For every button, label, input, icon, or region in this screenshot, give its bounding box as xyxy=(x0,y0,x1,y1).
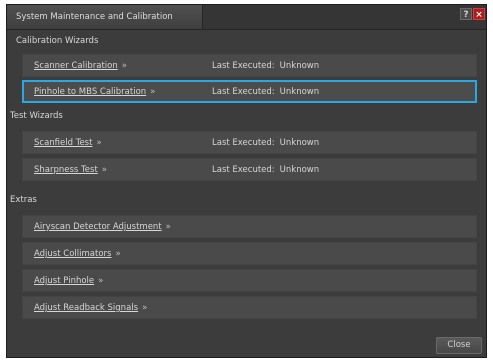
scanfield-test-link[interactable]: Scanfield Test» xyxy=(34,138,102,148)
close-button[interactable]: Close xyxy=(436,337,482,354)
sharpness-test-link[interactable]: Sharpness Test» xyxy=(34,165,107,175)
pinhole-mbs-calibration-status: Last Executed: Unknown xyxy=(212,87,320,97)
scanner-calibration-link[interactable]: Scanner Calibration» xyxy=(34,61,127,71)
row-pinhole-mbs-calibration: Pinhole to MBS Calibration» Last Execute… xyxy=(22,80,477,103)
scanner-calibration-status: Last Executed: Unknown xyxy=(212,61,320,71)
adjust-readback-signals-link[interactable]: Adjust Readback Signals» xyxy=(34,303,147,313)
pinhole-mbs-calibration-link[interactable]: Pinhole to MBS Calibration» xyxy=(34,87,155,97)
maintenance-dialog: System Maintenance and Calibration ? × C… xyxy=(6,4,487,358)
dialog-title: System Maintenance and Calibration xyxy=(7,5,203,29)
chevron-right-icon: » xyxy=(96,138,102,148)
row-scanner-calibration: Scanner Calibration» Last Executed: Unkno… xyxy=(22,54,477,77)
title-bar: System Maintenance and Calibration ? × xyxy=(7,5,486,30)
airyscan-detector-adjustment-link[interactable]: Airyscan Detector Adjustment» xyxy=(34,222,171,232)
chevron-right-icon: » xyxy=(165,222,171,232)
row-sharpness-test: Sharpness Test» Last Executed: Unknown xyxy=(22,158,477,181)
chevron-right-icon: » xyxy=(150,87,156,97)
row-adjust-pinhole: Adjust Pinhole» xyxy=(22,269,477,292)
adjust-pinhole-link[interactable]: Adjust Pinhole» xyxy=(34,276,103,286)
chevron-right-icon: » xyxy=(121,61,127,71)
chevron-right-icon: » xyxy=(98,276,104,286)
adjust-collimators-link[interactable]: Adjust Collimators» xyxy=(34,249,121,259)
chevron-right-icon: » xyxy=(142,303,148,313)
row-scanfield-test: Scanfield Test» Last Executed: Unknown xyxy=(22,131,477,154)
chevron-right-icon: » xyxy=(115,249,121,259)
row-adjust-collimators: Adjust Collimators» xyxy=(22,242,477,265)
section-extras: Extras xyxy=(10,195,37,205)
row-airyscan-detector-adjustment: Airyscan Detector Adjustment» xyxy=(22,215,477,238)
close-icon[interactable]: × xyxy=(473,8,485,20)
section-calibration-wizards: Calibration Wizards xyxy=(16,36,99,46)
section-test-wizards: Test Wizards xyxy=(10,111,63,121)
sharpness-test-status: Last Executed: Unknown xyxy=(212,165,320,175)
row-adjust-readback-signals: Adjust Readback Signals» xyxy=(22,296,477,319)
chevron-right-icon: » xyxy=(101,165,107,175)
scanfield-test-status: Last Executed: Unknown xyxy=(212,138,320,148)
help-icon[interactable]: ? xyxy=(460,8,472,20)
